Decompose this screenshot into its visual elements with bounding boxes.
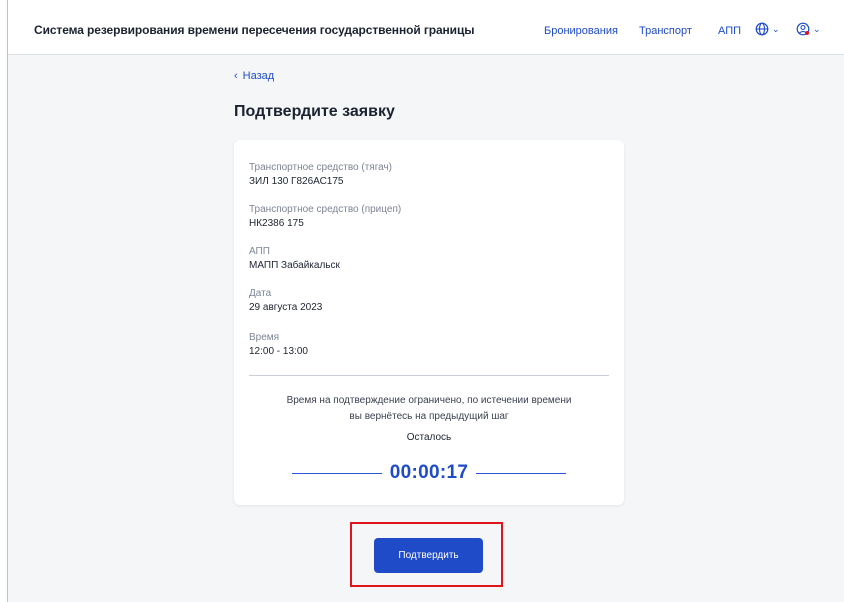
page-title: Подтвердите заявку — [234, 103, 395, 120]
nav-checkpoint[interactable]: АПП — [718, 25, 741, 37]
detail-label: Дата — [249, 288, 272, 299]
remaining-label: Осталось — [406, 432, 452, 443]
nav-transport[interactable]: Транспорт — [639, 25, 692, 37]
countdown: 00:00:17 — [292, 461, 566, 485]
detail-value: 12:00 - 13:00 — [249, 346, 308, 357]
detail-checkpoint: АПП МАПП Забайкальск — [249, 246, 340, 271]
chevron-left-icon: ‹ — [234, 70, 238, 82]
globe-icon — [755, 22, 769, 36]
user-circle-icon — [796, 22, 810, 36]
detail-time: Время 12:00 - 13:00 — [249, 332, 308, 357]
countdown-timer: 00:00:17 — [389, 462, 469, 483]
detail-label: Время — [249, 332, 280, 343]
chevron-down-icon: ⌄ — [813, 23, 821, 34]
detail-label: АПП — [249, 246, 270, 257]
detail-tractor: Транспортное средство (тягач) ЗИЛ 130 Г8… — [249, 162, 392, 187]
user-menu[interactable]: ⌄ — [796, 22, 821, 36]
nav-bookings[interactable]: Бронирования — [544, 25, 618, 37]
back-link-label: Назад — [242, 70, 275, 82]
detail-label: Транспортное средство (прицеп) — [249, 204, 402, 215]
confirm-button[interactable]: Подтвердить — [374, 538, 483, 573]
detail-value: МАПП Забайкальск — [249, 260, 340, 271]
detail-value: ЗИЛ 130 Г826АС175 — [249, 176, 344, 187]
timer-line-left — [292, 472, 382, 474]
window-frame-top — [0, 0, 844, 8]
time-limit-notice: Время на подтверждение ограничено, по ис… — [264, 393, 594, 425]
detail-date: Дата 29 августа 2023 — [249, 288, 322, 313]
back-link[interactable]: ‹ Назад — [234, 70, 274, 82]
top-header: Система резервирования времени пересечен… — [8, 8, 844, 55]
chevron-down-icon: ⌄ — [772, 23, 780, 34]
language-switcher[interactable]: ⌄ — [755, 22, 780, 36]
app-title: Система резервирования времени пересечен… — [34, 23, 475, 37]
confirmation-card: Транспортное средство (тягач) ЗИЛ 130 Г8… — [234, 140, 624, 505]
detail-trailer: Транспортное средство (прицеп) НК2386 17… — [249, 204, 401, 229]
timer-line-right — [476, 472, 566, 474]
detail-value: НК2386 175 — [249, 218, 304, 229]
notice-line-1: Время на подтверждение ограничено, по ис… — [286, 395, 572, 406]
window-frame-left — [0, 0, 8, 602]
detail-value: 29 августа 2023 — [249, 302, 323, 313]
divider — [249, 375, 609, 376]
notice-line-2: вы вернётесь на предыдущий шаг — [349, 411, 509, 422]
detail-label: Транспортное средство (тягач) — [249, 162, 393, 173]
